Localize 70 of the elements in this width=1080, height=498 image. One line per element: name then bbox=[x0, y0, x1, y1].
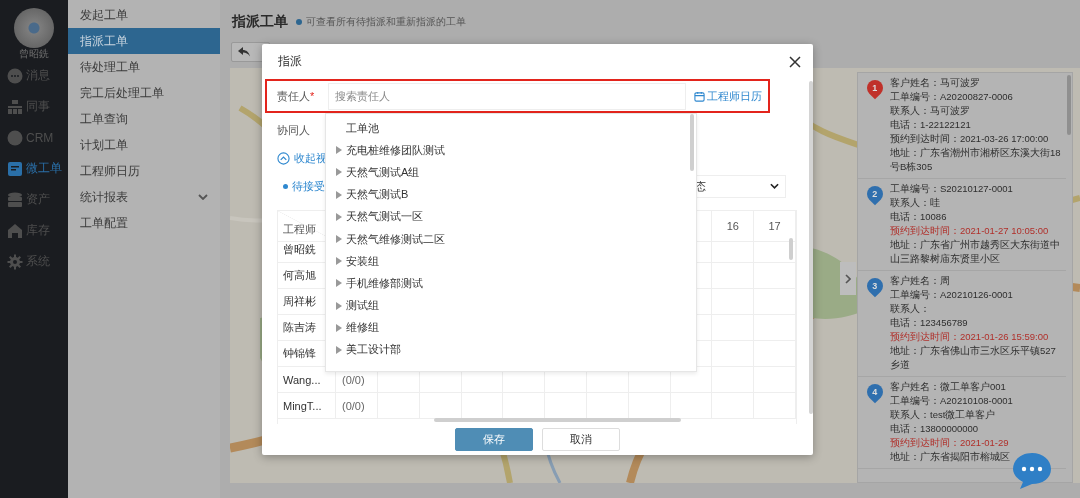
order-field: 客户姓名：微工单客户001 bbox=[890, 380, 1064, 394]
order-field: 联系人：哇 bbox=[890, 196, 1064, 210]
search-field[interactable]: 搜索责任人 bbox=[328, 82, 686, 110]
order-field: 电话：123456789 bbox=[890, 316, 1064, 330]
close-button[interactable] bbox=[787, 53, 803, 70]
order-field: 地址：广东省佛山市三水区乐平镇527乡道 bbox=[890, 344, 1064, 372]
order-field: 预约到达时间：2021-01-27 10:05:00 bbox=[890, 224, 1064, 238]
order-field: 预约到达时间：2021-03-26 17:00:00 bbox=[890, 132, 1064, 146]
menu-item[interactable]: 统计报表 bbox=[68, 184, 220, 210]
chat-button[interactable] bbox=[1012, 452, 1052, 490]
panel-toggle-button[interactable] bbox=[840, 262, 856, 295]
order-field: 工单编号：A20200827-0006 bbox=[890, 90, 1064, 104]
menu-item[interactable]: 工单查询 bbox=[68, 106, 220, 132]
user-name: 曾昭銑 bbox=[18, 48, 50, 60]
page-title: 指派工单 bbox=[232, 13, 288, 31]
chevron-icon bbox=[770, 183, 779, 189]
table-cell: MingT... bbox=[278, 393, 336, 419]
menu-item[interactable]: 指派工单 bbox=[68, 28, 220, 54]
scrollbar-thumb[interactable] bbox=[690, 114, 694, 171]
order-field: 地址：广东省广州市越秀区大东街道中山三路黎树庙东贤里小区 bbox=[890, 238, 1064, 266]
order-field: 联系人：马可波罗 bbox=[890, 104, 1064, 118]
order-field: 联系人：test微工单客户 bbox=[890, 408, 1064, 422]
menu-item[interactable]: 计划工单 bbox=[68, 132, 220, 158]
table-cell: (0/0) bbox=[336, 393, 378, 419]
calendar-link[interactable]: 工程师日历 bbox=[694, 88, 762, 104]
dialog-title: 指派 bbox=[278, 53, 302, 70]
house-icon bbox=[7, 222, 23, 239]
order-field: 预约到达时间：2021-01-29 bbox=[890, 436, 1064, 450]
close-icon bbox=[789, 55, 801, 68]
calendar-icon bbox=[694, 90, 705, 102]
field-label: 责任人* bbox=[277, 88, 316, 104]
info-dot bbox=[296, 19, 302, 25]
document-icon bbox=[7, 160, 23, 177]
menu-item[interactable]: 工单配置 bbox=[68, 210, 220, 236]
order-field: 工单编号：A20210126-0001 bbox=[890, 288, 1064, 302]
order-field: 地址：广东省潮州市湘桥区东溪大街18号B栋305 bbox=[890, 146, 1064, 174]
chevron-up-icon bbox=[277, 151, 290, 165]
back-arrow-icon bbox=[238, 47, 250, 57]
scrollbar-thumb[interactable] bbox=[809, 81, 813, 414]
crm-icon bbox=[7, 129, 23, 146]
save-button[interactable]: 保存 bbox=[455, 428, 533, 451]
order-field: 工单编号：A20210108-0001 bbox=[890, 394, 1064, 408]
gear-icon bbox=[7, 253, 23, 270]
order-field: 联系人： bbox=[890, 302, 1064, 316]
order-field: 客户姓名：马可波罗 bbox=[890, 76, 1064, 90]
user-avatar[interactable] bbox=[14, 8, 54, 48]
order-field: 客户姓名：周 bbox=[890, 274, 1064, 288]
order-field: 电话：10086 bbox=[890, 210, 1064, 224]
scrollbar-thumb[interactable] bbox=[789, 238, 793, 260]
order-field: 地址：广东省揭阳市榕城区 bbox=[890, 450, 1064, 464]
page-hint: 可查看所有待指派和重新指派的工单 bbox=[306, 15, 466, 29]
menu-item[interactable]: 完工后处理工单 bbox=[68, 80, 220, 106]
org-chart-icon bbox=[7, 98, 23, 115]
order-field: 电话：1-22122121 bbox=[890, 118, 1064, 132]
tree-item[interactable]: 充电桩维修团队测试 bbox=[326, 139, 696, 162]
cancel-button[interactable]: 取消 bbox=[542, 428, 620, 451]
scrollbar-thumb[interactable] bbox=[434, 418, 681, 422]
database-icon bbox=[7, 191, 23, 208]
order-field: 工单编号：S20210127-0001 bbox=[890, 182, 1064, 196]
order-field: 预约到达时间：2021-01-26 15:59:00 bbox=[890, 330, 1064, 344]
nav-item[interactable]: 微工单 bbox=[0, 153, 68, 184]
chat-icon bbox=[7, 67, 23, 84]
chevron-icon bbox=[845, 273, 851, 284]
tree-item[interactable]: 工单池 bbox=[326, 117, 696, 140]
order-field: 电话：13800000000 bbox=[890, 422, 1064, 436]
menu-item[interactable]: 工程师日历 bbox=[68, 158, 220, 184]
menu-item[interactable]: 待处理工单 bbox=[68, 54, 220, 80]
status-filter[interactable]: 待接受 bbox=[277, 178, 325, 194]
field-label: 协同人 bbox=[277, 122, 310, 138]
menu-item[interactable]: 发起工单 bbox=[68, 2, 220, 28]
